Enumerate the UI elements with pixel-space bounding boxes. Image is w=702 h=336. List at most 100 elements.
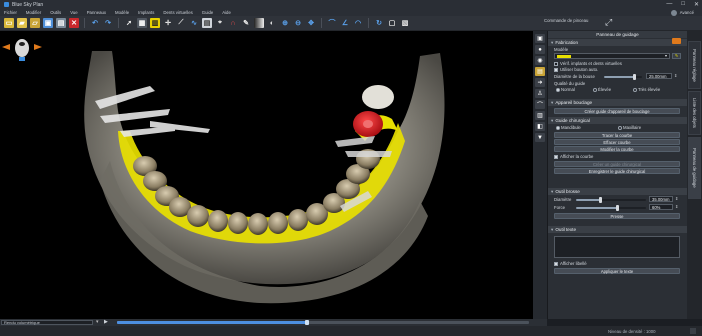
redo-icon[interactable]: ↷	[103, 18, 113, 28]
jaw-mandible-option[interactable]: Mandibule	[556, 125, 581, 130]
spinner-icon[interactable]: ⇕	[675, 204, 678, 209]
auto-button-checkbox[interactable]	[554, 67, 558, 72]
rotate-icon[interactable]: ↻	[374, 18, 384, 28]
show-curve-row[interactable]: Afficher la courbe	[554, 154, 593, 159]
arrow-down-icon[interactable]: ▼	[535, 133, 545, 142]
save-icon[interactable]: ▣	[43, 18, 53, 28]
layers-icon[interactable]: ▤	[535, 67, 545, 76]
slider-knob[interactable]	[616, 205, 619, 211]
implant-icon[interactable]: ⌖	[215, 18, 225, 28]
contrast-icon[interactable]: ◐	[267, 18, 277, 28]
slider-knob[interactable]	[599, 197, 602, 203]
slider-knob[interactable]	[633, 74, 636, 80]
brush-diameter-field[interactable]: 35.00mm	[649, 196, 673, 202]
orientation-cube-icon[interactable]	[0, 31, 44, 63]
sphere-icon[interactable]: ●	[535, 45, 545, 54]
brush-diameter-slider[interactable]	[576, 197, 646, 203]
section-sleeve[interactable]: Appareil bouclage	[548, 99, 687, 106]
section-text-tool[interactable]: Outil texte	[548, 226, 687, 233]
zoom-in-icon[interactable]: ⊕	[280, 18, 290, 28]
menu-dents-virtuelles[interactable]: Dents virtuelles	[163, 10, 192, 15]
close-button[interactable]: ✕	[694, 1, 699, 8]
section-brush-tool[interactable]: Outil brosse	[548, 188, 687, 195]
create-surgical-guide-button[interactable]: Créer un guide chirurgical	[554, 161, 680, 167]
tab-settings-panel[interactable]: Panneau réglage	[688, 41, 701, 89]
protractor-icon[interactable]: ◠	[353, 18, 363, 28]
quality-normal-radio[interactable]	[556, 87, 560, 92]
ruler-icon[interactable]: ⟋	[176, 18, 186, 28]
jaw-icon[interactable]: ⌒	[535, 100, 545, 109]
check-implants-row[interactable]: Vérif. implants et dents virtuelles	[554, 61, 622, 66]
eye-icon[interactable]: ◉	[535, 56, 545, 65]
save-surgical-guide-button[interactable]: Enregistrer le guide chirurgical	[554, 168, 680, 174]
press-button[interactable]: Presse	[554, 213, 680, 219]
model-edit-icon[interactable]: ✎	[672, 53, 681, 59]
brush-force-field[interactable]: 60%	[649, 204, 673, 210]
model-select[interactable]: ▾	[554, 53, 670, 59]
trace-curve-button[interactable]: Tracer la courbe	[554, 132, 680, 138]
zoom-out-icon[interactable]: ⊖	[293, 18, 303, 28]
chevron-down-icon[interactable]: ▾	[96, 319, 99, 325]
resize-grip-icon[interactable]	[690, 328, 696, 334]
jaw-mandible-radio[interactable]	[556, 125, 560, 130]
section-surgical-guide[interactable]: Guide chirurgical	[548, 117, 687, 124]
cube-icon[interactable]: ◧	[535, 122, 545, 131]
crosshair-icon[interactable]: ✛	[163, 18, 173, 28]
3d-viewport[interactable]	[0, 31, 533, 319]
panoramic-icon[interactable]: ⌒	[327, 18, 337, 28]
spinner-icon[interactable]: ⇕	[674, 73, 677, 78]
sleeve-diameter-field[interactable]: 25.00mm	[646, 73, 672, 79]
erase-curve-button[interactable]: Effacer courbe	[554, 139, 680, 145]
render-mode-select[interactable]: Rendu volumétrique	[1, 320, 93, 325]
apply-text-button[interactable]: Appliquer le texte	[554, 268, 680, 274]
menu-aide[interactable]: Aide	[222, 10, 231, 15]
model-add-icon[interactable]	[672, 38, 681, 44]
jaw-maxilla-radio[interactable]	[618, 125, 622, 130]
minimize-button[interactable]: —	[666, 1, 672, 8]
teeth-icon[interactable]: ▤	[202, 18, 212, 28]
pointer-icon[interactable]: ➚	[124, 18, 134, 28]
quality-normal-option[interactable]: Normal	[556, 87, 575, 92]
user-menu[interactable]: Avancé	[670, 9, 694, 16]
tooth-icon[interactable]: ♙	[535, 89, 545, 98]
lock-icon[interactable]: ▣	[535, 34, 545, 43]
arrow-icon[interactable]: ➜	[535, 78, 545, 87]
text-input[interactable]	[554, 236, 680, 258]
create-sleeve-guide-button[interactable]: Créer guide d'appareil de bouclage	[554, 108, 680, 114]
quality-high-option[interactable]: Élevée	[593, 87, 611, 92]
gradient-icon[interactable]	[254, 18, 264, 28]
menu-modifier[interactable]: Modifier	[26, 10, 41, 15]
menu-panneaux[interactable]: Panneaux	[87, 10, 106, 15]
menu-guide[interactable]: Guide	[202, 10, 213, 15]
print-icon[interactable]: ▤	[56, 18, 66, 28]
maximize-button[interactable]: □	[681, 1, 685, 8]
expand-arrows-icon[interactable]: ⤢	[605, 17, 612, 28]
modify-curve-button[interactable]: Modifier la courbe	[554, 146, 680, 152]
show-label-checkbox[interactable]	[554, 261, 558, 266]
brush-icon[interactable]: ✎	[241, 18, 251, 28]
slider-knob[interactable]	[305, 320, 309, 325]
nerve-icon[interactable]: ∩	[228, 18, 238, 28]
open-folder-icon[interactable]: ▱	[30, 18, 40, 28]
auto-button-row[interactable]: Utiliser bouton auto.	[554, 67, 598, 72]
menu-vue[interactable]: Vue	[70, 10, 78, 15]
menu-modele[interactable]: Modèle	[115, 10, 129, 15]
teeth-icon[interactable]: ▥	[535, 111, 545, 120]
view-2d-icon[interactable]: ▢	[387, 18, 397, 28]
play-icon[interactable]: ▶	[104, 319, 108, 325]
angle-icon[interactable]: ∠	[340, 18, 350, 28]
view-3d-icon[interactable]: ▧	[400, 18, 410, 28]
show-label-row[interactable]: Afficher libellé	[554, 261, 587, 266]
new-file-icon[interactable]: ▭	[4, 18, 14, 28]
grid-icon[interactable]: ▦	[137, 18, 147, 28]
quality-very-high-option[interactable]: Très élevée	[633, 87, 660, 92]
quality-high-radio[interactable]	[593, 87, 597, 92]
jaw-maxilla-option[interactable]: Maxillaire	[618, 125, 641, 130]
show-curve-checkbox[interactable]	[554, 154, 558, 159]
menu-outils[interactable]: Outils	[50, 10, 61, 15]
undo-icon[interactable]: ↶	[90, 18, 100, 28]
menu-implants[interactable]: Implants	[138, 10, 154, 15]
delete-icon[interactable]: ✕	[69, 18, 79, 28]
curve-icon[interactable]: ∿	[189, 18, 199, 28]
open-file-icon[interactable]: ▰	[17, 18, 27, 28]
